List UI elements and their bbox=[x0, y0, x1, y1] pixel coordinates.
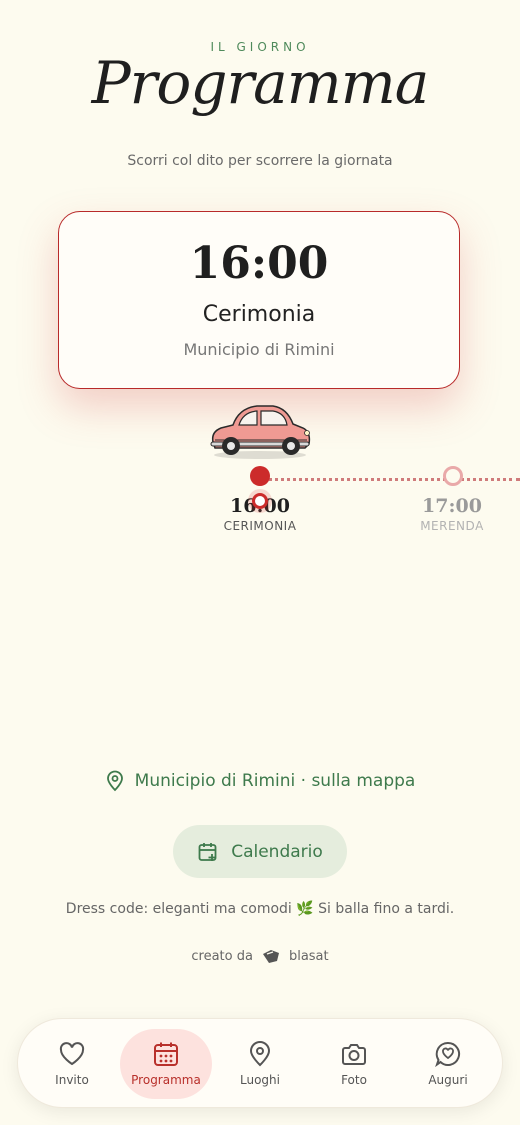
event-time: 16:00 bbox=[189, 238, 329, 289]
map-link-label: Municipio di Rimini · sulla mappa bbox=[134, 771, 416, 791]
nav-item-foto[interactable]: Foto bbox=[308, 1029, 400, 1099]
dress-code-text: Dress code: eleganti ma comodi 🌿 Si ball… bbox=[65, 901, 455, 917]
heart-message-icon bbox=[435, 1041, 460, 1067]
timeline-track[interactable] bbox=[262, 478, 520, 481]
page-title: Programma bbox=[91, 49, 430, 117]
calendar-button[interactable]: Calendario bbox=[173, 825, 347, 878]
current-event-card[interactable]: 16:00 Cerimonia Municipio di Rimini bbox=[58, 211, 460, 389]
timeline-dot-next[interactable] bbox=[443, 466, 463, 486]
map-pin-icon bbox=[249, 1041, 271, 1067]
nav-item-luoghi[interactable]: Luoghi bbox=[214, 1029, 306, 1099]
nav-label: Invito bbox=[55, 1073, 89, 1087]
credit-prefix: creato da bbox=[191, 948, 253, 964]
nav-label: Luoghi bbox=[240, 1073, 280, 1087]
nav-label: Programma bbox=[131, 1073, 201, 1087]
event-place: Municipio di Rimini bbox=[183, 340, 335, 359]
page-subtitle: Scorri col dito per scorrere la giornata bbox=[127, 153, 393, 169]
heart-icon bbox=[59, 1042, 85, 1066]
car-icon bbox=[210, 405, 311, 459]
bottom-nav: Invito Programma Luoghi Foto Auguri bbox=[17, 1018, 503, 1108]
event-name: Cerimonia bbox=[202, 302, 316, 327]
map-pin-icon bbox=[106, 770, 123, 792]
nav-label: Foto bbox=[341, 1073, 367, 1087]
stop-label-2: MERENDA bbox=[420, 519, 484, 533]
credit-brand: blasat bbox=[288, 948, 329, 964]
credit[interactable]: creato da blasat bbox=[0, 948, 520, 964]
map-link[interactable]: Municipio di Rimini · sulla mappa bbox=[0, 770, 520, 792]
calendar-button-label: Calendario bbox=[231, 841, 323, 862]
calendar-icon bbox=[154, 1042, 178, 1066]
nav-item-auguri[interactable]: Auguri bbox=[402, 1029, 494, 1099]
calendar-plus-icon bbox=[198, 842, 217, 861]
nav-label: Auguri bbox=[428, 1073, 468, 1087]
stop-time-2[interactable]: 17:00 bbox=[392, 495, 512, 517]
brand-logo-icon bbox=[262, 950, 279, 963]
nav-item-programma[interactable]: Programma bbox=[120, 1029, 212, 1099]
camera-icon bbox=[342, 1044, 366, 1065]
timeline-dot-active[interactable] bbox=[250, 466, 270, 486]
current-position-marker bbox=[248, 489, 272, 513]
stop-label-1: CERIMONIA bbox=[223, 519, 297, 533]
nav-item-invito[interactable]: Invito bbox=[26, 1029, 118, 1099]
